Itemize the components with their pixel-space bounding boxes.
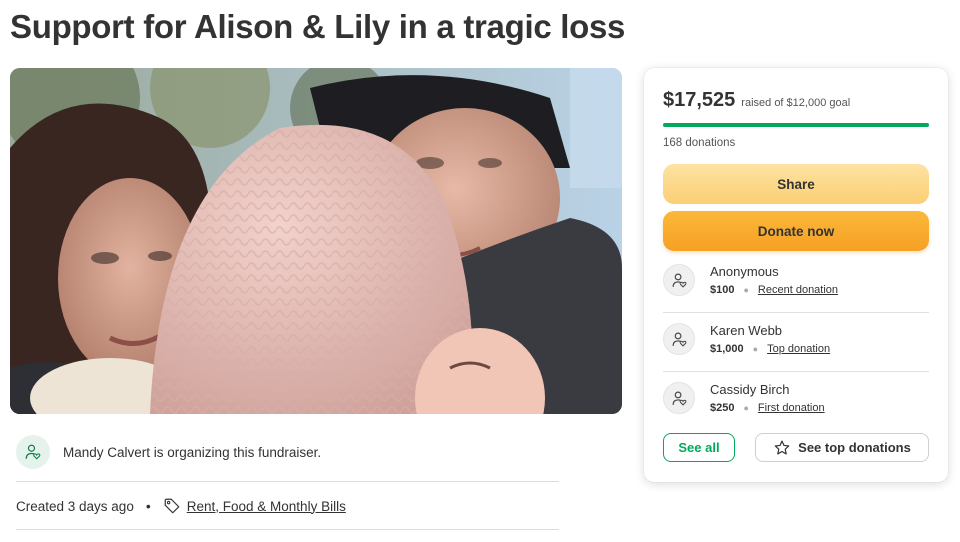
donor-avatar <box>663 382 695 414</box>
tag-icon <box>164 498 180 514</box>
donor-avatar <box>663 323 695 355</box>
category-link[interactable]: Rent, Food & Monthly Bills <box>187 499 346 514</box>
campaign-photo-image <box>10 68 622 414</box>
divider <box>16 481 559 482</box>
donation-card: $17,525 raised of $12,000 goal 168 donat… <box>644 68 948 482</box>
donation-item: Cassidy Birch $250 ● First donation <box>663 369 929 427</box>
raised-summary: $17,525 raised of $12,000 goal <box>663 89 850 112</box>
meta-separator: • <box>145 498 151 514</box>
user-heart-icon <box>672 332 686 347</box>
donation-type-link[interactable]: Top donation <box>767 343 830 355</box>
progress-fill <box>663 123 929 127</box>
created-date: Created 3 days ago <box>16 498 134 514</box>
donor-avatar <box>663 264 695 296</box>
divider <box>16 529 559 530</box>
donation-amount: $100 <box>710 284 735 296</box>
donation-amount: $250 <box>710 402 735 414</box>
donation-item: Anonymous $100 ● Recent donation <box>663 251 929 309</box>
donor-name: Karen Webb <box>710 323 783 338</box>
raised-amount: $17,525 <box>663 89 736 111</box>
goal-text: raised of $12,000 goal <box>741 97 851 109</box>
campaign-meta: Created 3 days ago • Rent, Food & Monthl… <box>16 496 346 516</box>
donation-type-link[interactable]: First donation <box>758 402 825 414</box>
bullet-separator: ● <box>752 344 759 354</box>
see-top-donations-label: See top donations <box>798 440 911 455</box>
donor-name: Anonymous <box>710 264 779 279</box>
donate-button[interactable]: Donate now <box>663 211 929 251</box>
progress-bar <box>663 123 929 127</box>
organizer-text: Mandy Calvert is organizing this fundrai… <box>63 444 322 460</box>
see-all-button[interactable]: See all <box>663 433 735 462</box>
donation-item: Karen Webb $1,000 ● Top donation <box>663 310 929 368</box>
page-title: Support for Alison & Lily in a tragic lo… <box>10 8 626 45</box>
user-heart-icon <box>672 391 686 406</box>
donation-count: 168 donations <box>663 137 736 149</box>
user-heart-icon <box>672 273 686 288</box>
organizer-avatar <box>16 435 50 469</box>
donation-type-link[interactable]: Recent donation <box>758 284 838 296</box>
share-button[interactable]: Share <box>663 164 929 204</box>
campaign-photo <box>10 68 622 414</box>
see-top-donations-button[interactable]: See top donations <box>755 433 929 462</box>
organizer-row: Mandy Calvert is organizing this fundrai… <box>16 434 559 470</box>
donation-amount: $1,000 <box>710 343 744 355</box>
star-icon <box>774 440 790 455</box>
user-heart-icon <box>25 444 41 460</box>
bullet-separator: ● <box>743 403 749 413</box>
bullet-separator: ● <box>743 285 749 295</box>
donor-name: Cassidy Birch <box>710 382 790 397</box>
